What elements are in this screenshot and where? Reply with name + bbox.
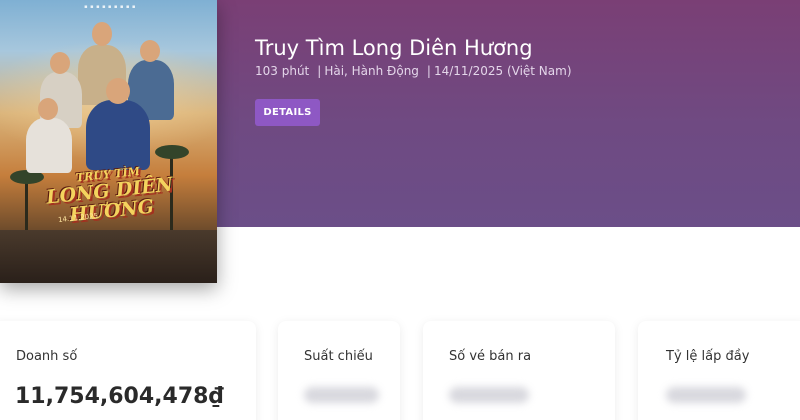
stat-card-showtimes: Suất chiếu (278, 321, 400, 420)
stat-card-revenue: Doanh số 11,754,604,478₫ (0, 321, 256, 420)
stat-value-hidden (304, 387, 379, 403)
poster-character (86, 100, 150, 170)
meta-separator: | (317, 64, 322, 78)
stat-card-tickets: Số vé bán ra (423, 321, 615, 420)
movie-meta: 103 phút | Hài, Hành Động | 14/11/2025 (Việt… (255, 64, 572, 78)
stat-label: Suất chiếu (304, 349, 373, 364)
poster-character-head (140, 40, 160, 62)
poster-character-head (92, 22, 112, 46)
poster-ground (0, 230, 217, 283)
meta-separator: | (426, 64, 431, 78)
stat-label: Số vé bán ra (449, 349, 532, 364)
movie-poster[interactable]: ▪ ▪ ▪ ▪ ▪ ▪ ▪ ▪ ▪ TRUY TÌM LONG DIÊN HƯƠ… (0, 0, 217, 283)
stat-value-hidden (666, 387, 746, 403)
movie-duration: 103 phút (255, 64, 310, 78)
poster-character (26, 118, 72, 173)
stat-label: Tỷ lệ lấp đầy (666, 349, 750, 364)
movie-release: 14/11/2025 (Việt Nam) (433, 64, 572, 78)
stat-value-hidden (449, 387, 529, 403)
movie-genres: Hài, Hành Động (324, 64, 419, 78)
stat-value: 11,754,604,478₫ (15, 384, 224, 409)
poster-palm-leaves (155, 145, 189, 159)
movie-title: Truy Tìm Long Diên Hương (255, 36, 533, 60)
poster-character-head (50, 52, 70, 74)
poster-top-logos: ▪ ▪ ▪ ▪ ▪ ▪ ▪ ▪ ▪ (84, 4, 136, 10)
poster-character-head (38, 98, 58, 120)
stat-card-occupancy: Tỷ lệ lấp đầy (638, 321, 800, 420)
stat-label: Doanh số (16, 349, 78, 364)
poster-character-head (106, 78, 130, 104)
details-button[interactable]: DETAILS (255, 99, 320, 126)
